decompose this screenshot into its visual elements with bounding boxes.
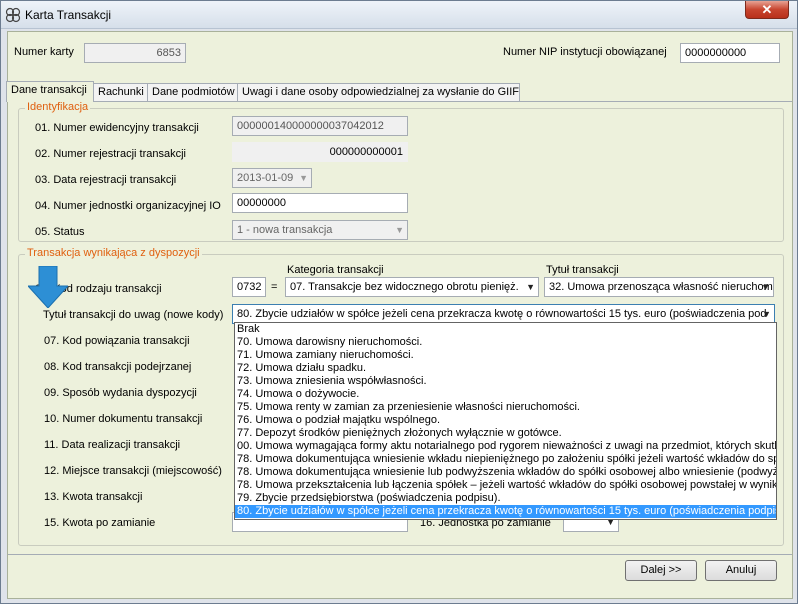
chevron-down-icon: ▼ (395, 225, 404, 235)
equals-sign: = (271, 281, 278, 293)
arrow-down-icon (28, 266, 68, 308)
tytul-uwag-value: 80. Zbycie udziałów w spółce jeżeli cena… (237, 308, 767, 320)
rej-field: 000000000001 (232, 142, 408, 162)
tab-dane-podmiotow[interactable]: Dane podmiotów (147, 83, 238, 101)
dropdown-option[interactable]: 77. Depozyt środków pieniężnych złożonyc… (235, 427, 776, 440)
row-label-10: 10. Numer dokumentu transakcji (44, 413, 203, 425)
dropdown-option[interactable]: 71. Umowa zamiany nieruchomości. (235, 349, 776, 362)
status-label: 05. Status (35, 226, 85, 238)
tytul-value: 32. Umowa przenosząca własność nieruchom (549, 281, 773, 293)
kategoria-label: Kategoria transakcji (287, 264, 384, 276)
numer-karty-field: 6853 (84, 43, 186, 63)
data-rej-picker: 2013-01-09 ▼ (232, 168, 312, 188)
dropdown-option[interactable]: 72. Umowa działu spadku. (235, 362, 776, 375)
tytul-label: Tytuł transakcji (546, 264, 619, 276)
dropdown-option[interactable]: Brak (235, 323, 776, 336)
app-icon (5, 7, 21, 23)
io-input[interactable]: 00000000 (232, 193, 408, 213)
dropdown-option[interactable]: 76. Umowa o podział majątku wspólnego. (235, 414, 776, 427)
window-title: Karta Transakcji (25, 8, 112, 22)
data-rej-value: 2013-01-09 (237, 172, 294, 184)
kategoria-value: 07. Transakcje bez widocznego obrotu pie… (290, 281, 519, 293)
title-bar: Karta Transakcji ✕ (1, 1, 797, 29)
ewid-field: 000000140000000037042012 (232, 116, 408, 136)
kategoria-select[interactable]: 07. Transakcje bez widocznego obrotu pie… (285, 277, 539, 297)
dropdown-option[interactable]: 80. Zbycie udziałów w spółce jeżeli cena… (235, 505, 776, 518)
nip-label: Numer NIP instytucji obowiązanej (503, 46, 667, 58)
chevron-down-icon: ▼ (526, 282, 535, 292)
dropdown-option[interactable]: 78. Umowa dokumentująca wniesienie wkład… (235, 453, 776, 466)
dropdown-option[interactable]: 00. Umowa wymagająca formy aktu notarial… (235, 440, 776, 453)
dropdown-option[interactable]: 75. Umowa renty w zamian za przeniesieni… (235, 401, 776, 414)
rej-label: 02. Numer rejestracji transakcji (35, 148, 186, 160)
dropdown-option[interactable]: 79. Zbycie przedsiębiorstwa (poświadczen… (235, 492, 776, 505)
dropdown-option[interactable]: 70. Umowa darowisny nieruchomości. (235, 336, 776, 349)
data-rej-label: 03. Data rejestracji transakcji (35, 174, 177, 186)
close-button[interactable]: ✕ (745, 1, 789, 19)
row-label-08: 08. Kod transakcji podejrzanej (44, 361, 192, 373)
next-button[interactable]: Dalej >> (625, 560, 697, 581)
tab-uwagi[interactable]: Uwagi i dane osoby odpowiedzialnej za wy… (237, 83, 520, 101)
tab-dane-transakcji[interactable]: Dane transakcji (6, 81, 94, 102)
io-label: 04. Numer jednostki organizacyjnej IO (35, 200, 221, 212)
ewid-label: 01. Numer ewidencyjny transakcji (35, 122, 199, 134)
tytul-uwag-dropdown-list[interactable]: Brak 70. Umowa darowisny nieruchomości. 71… (234, 322, 777, 520)
chevron-down-icon: ▼ (299, 173, 308, 183)
row-label-07: 07. Kod powiązania transakcji (44, 335, 190, 347)
dropdown-option[interactable]: 78. Umowa przekształcenia lub łączenia s… (235, 479, 776, 492)
tytul-uwag-select[interactable]: 80. Zbycie udziałów w spółce jeżeli cena… (232, 304, 775, 324)
dyspozycja-title: Transakcja wynikająca z dyspozycji (25, 247, 202, 259)
numer-karty-label: Numer karty (14, 46, 74, 58)
row-label-09: 09. Sposób wydania dyspozycji (44, 387, 197, 399)
kod-rodzaju-input[interactable]: 0732 (232, 277, 266, 297)
tab-rachunki[interactable]: Rachunki (93, 83, 148, 101)
identyfikacja-title: Identyfikacja (25, 101, 91, 113)
status-select: 1 - nowa transakcja ▼ (232, 220, 408, 240)
row-label-13: 13. Kwota transakcji (44, 491, 143, 503)
dropdown-option[interactable]: 74. Umowa o dożywocie. (235, 388, 776, 401)
dropdown-option[interactable]: 73. Umowa zniesienia współwłasności. (235, 375, 776, 388)
dropdown-option[interactable]: 78. Umowa dokumentująca wniesienie lub p… (235, 466, 776, 479)
row-label-15: 15. Kwota po zamianie (44, 517, 156, 529)
chevron-down-icon: ▼ (761, 282, 770, 292)
row-label-12: 12. Miejsce transakcji (miejscowość) (44, 465, 222, 477)
tytul-select[interactable]: 32. Umowa przenosząca własność nieruchom… (544, 277, 774, 297)
row-label-11: 11. Data realizacji transakcji (44, 439, 181, 451)
chevron-down-icon: ▼ (762, 309, 771, 319)
status-value: 1 - nowa transakcja (237, 224, 333, 236)
nip-input[interactable]: 0000000000 (680, 43, 780, 63)
tytul-uwag-label: Tytuł transakcji do uwag (nowe kody) (43, 309, 224, 321)
transaction-card-window: Karta Transakcji ✕ Numer karty 6853 Nume… (0, 0, 798, 604)
client-area: Numer karty 6853 Numer NIP instytucji ob… (6, 31, 793, 599)
cancel-button[interactable]: Anuluj (705, 560, 777, 581)
